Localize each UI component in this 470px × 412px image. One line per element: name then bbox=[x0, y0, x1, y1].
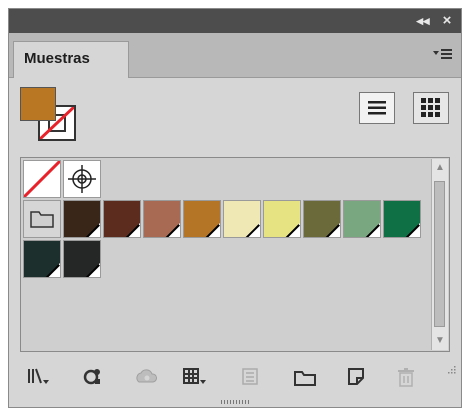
color-swatch[interactable] bbox=[383, 200, 421, 238]
color-swatch[interactable] bbox=[263, 200, 301, 238]
list-view-icon bbox=[368, 101, 386, 115]
cc-libraries-icon bbox=[136, 369, 157, 383]
fill-swatch[interactable] bbox=[20, 87, 56, 121]
none-swatch[interactable] bbox=[23, 160, 61, 198]
swatch-libraries-menu-button[interactable] bbox=[25, 365, 53, 389]
new-color-group-icon bbox=[294, 371, 316, 386]
new-color-group-button[interactable] bbox=[291, 365, 319, 389]
folder-icon bbox=[30, 211, 54, 228]
delete-swatch-icon bbox=[398, 368, 414, 387]
registration-target-icon bbox=[68, 165, 96, 193]
scroll-down-arrow-icon[interactable]: ▼ bbox=[434, 335, 446, 347]
delete-swatch-button[interactable] bbox=[393, 365, 421, 389]
show-swatch-kinds-icon bbox=[83, 369, 100, 385]
swatch-scrollbar[interactable]: ▲ ▼ bbox=[431, 159, 448, 350]
panel-bottom-grip-icon[interactable] bbox=[221, 399, 251, 405]
color-swatch[interactable] bbox=[303, 200, 341, 238]
list-view-button[interactable] bbox=[359, 92, 395, 124]
new-swatch-button[interactable] bbox=[343, 365, 371, 389]
fill-stroke-control[interactable] bbox=[20, 87, 82, 147]
swatch-grid[interactable]: ▲ ▼ bbox=[20, 157, 450, 352]
swatch-options-menu-icon bbox=[183, 368, 206, 384]
scroll-up-arrow-icon[interactable]: ▲ bbox=[434, 162, 446, 174]
grid-view-icon bbox=[421, 98, 440, 117]
color-swatch[interactable] bbox=[183, 200, 221, 238]
color-swatch[interactable] bbox=[343, 200, 381, 238]
color-group-folder[interactable] bbox=[23, 200, 61, 238]
swatches-panel: ◂◂ × Muestras ▲ ▼ bbox=[8, 8, 462, 408]
scroll-thumb[interactable] bbox=[434, 181, 445, 327]
color-swatch[interactable] bbox=[63, 200, 101, 238]
bottom-toolbar bbox=[9, 359, 461, 393]
color-swatch[interactable] bbox=[63, 240, 101, 278]
color-group-options-button[interactable] bbox=[237, 365, 265, 389]
registration-swatch[interactable] bbox=[63, 160, 101, 198]
none-swatch-icon bbox=[24, 161, 60, 197]
panel-menu-icon bbox=[433, 49, 452, 59]
color-group-options-icon bbox=[242, 368, 258, 385]
panel-resize-corner-icon[interactable] bbox=[447, 365, 457, 375]
panel-menu-button[interactable] bbox=[431, 45, 453, 63]
tab-muestras[interactable]: Muestras bbox=[13, 41, 129, 78]
cc-libraries-button[interactable] bbox=[133, 365, 161, 389]
color-swatch[interactable] bbox=[143, 200, 181, 238]
collapse-panel-button[interactable]: ◂◂ bbox=[413, 12, 433, 30]
new-swatch-icon bbox=[348, 368, 364, 385]
close-panel-button[interactable]: × bbox=[437, 12, 457, 30]
color-swatch[interactable] bbox=[223, 200, 261, 238]
tab-row: Muestras bbox=[9, 33, 461, 78]
show-swatch-kinds-button[interactable] bbox=[79, 365, 107, 389]
panel-title-bar[interactable]: ◂◂ × bbox=[9, 9, 461, 33]
color-swatch[interactable] bbox=[103, 200, 141, 238]
swatch-libraries-menu-icon bbox=[28, 368, 49, 384]
grid-view-button[interactable] bbox=[413, 92, 449, 124]
swatch-options-menu-button[interactable] bbox=[181, 365, 209, 389]
color-swatch[interactable] bbox=[23, 240, 61, 278]
